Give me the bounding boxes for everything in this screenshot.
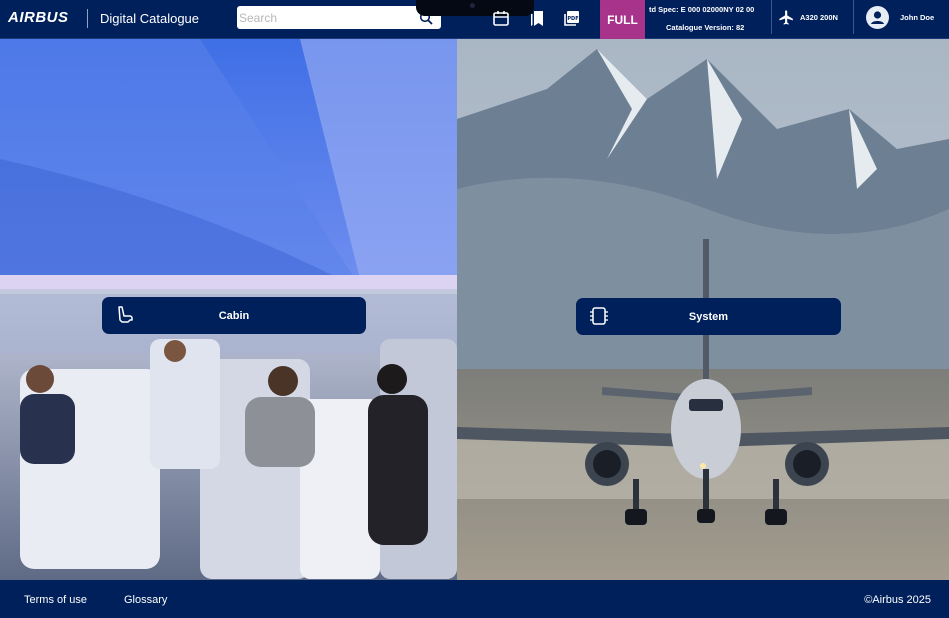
full-mode-badge[interactable]: FULL [600, 0, 645, 39]
top-header: AIRBUS Digital Catalogue PDF FULL td Spe… [0, 0, 949, 39]
chip-icon [590, 307, 608, 325]
airbus-logo[interactable]: AIRBUS [8, 9, 69, 26]
user-name[interactable]: John Doe [900, 13, 934, 22]
catalogue-version: Catalogue Version: 82 [666, 23, 745, 32]
system-panel[interactable]: System [457, 39, 949, 580]
page-footer: Terms of use Glossary ©Airbus 2025 [0, 580, 949, 618]
pdf-icon[interactable]: PDF [563, 9, 581, 27]
cabin-button[interactable]: Cabin [102, 297, 366, 334]
user-avatar-icon[interactable] [866, 6, 889, 29]
header-separator [771, 0, 772, 34]
airplane-icon[interactable] [778, 9, 795, 26]
svg-text:PDF: PDF [567, 16, 578, 22]
search-box[interactable] [237, 6, 441, 29]
cabin-panel[interactable]: Cabin [0, 39, 457, 580]
copyright-text: ©Airbus 2025 [864, 594, 931, 606]
device-notch [416, 0, 534, 16]
glossary-link[interactable]: Glossary [124, 594, 167, 606]
seat-icon [118, 306, 133, 323]
cabin-label: Cabin [218, 309, 250, 322]
system-button[interactable]: System [576, 298, 841, 335]
bookmarks-icon[interactable] [528, 9, 546, 27]
spec-reference: td Spec: E 000 02000NY 02 00 [649, 5, 755, 14]
system-label: System [688, 310, 729, 323]
header-separator [853, 0, 854, 34]
app-title: Digital Catalogue [100, 11, 200, 26]
calendar-icon[interactable] [492, 9, 510, 27]
search-input[interactable] [237, 6, 417, 29]
header-divider [87, 9, 88, 28]
aircraft-type[interactable]: A320 200N [800, 13, 838, 22]
terms-of-use-link[interactable]: Terms of use [24, 594, 87, 606]
